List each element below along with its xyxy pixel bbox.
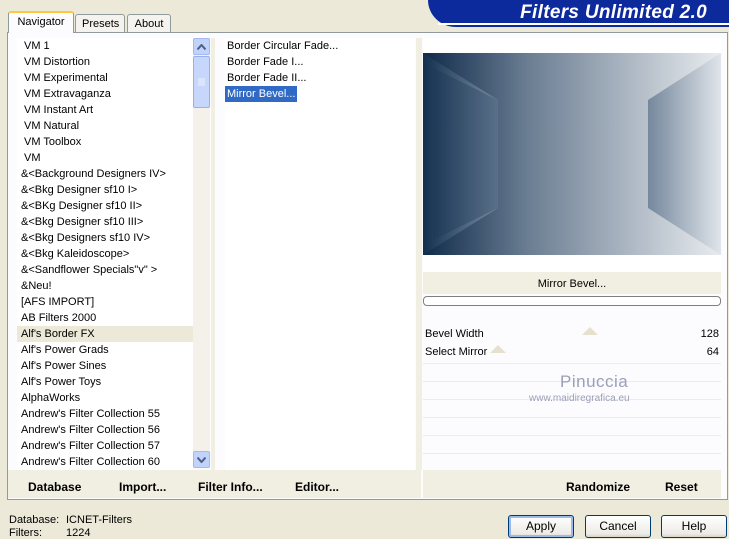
slider-bevel-width[interactable]: Bevel Width 128 [423,327,721,344]
slider-value: 64 [706,346,719,358]
status-database: Database: ICNET-Filters [9,514,132,526]
preview-top-margin [423,38,721,53]
category-item[interactable]: &<Bkg Designer sf10 III> [17,214,193,230]
category-item[interactable]: Alf's Power Toys [17,374,193,390]
panel-divider [416,38,422,470]
list-divider [211,38,215,470]
status-database-label: Database: [9,514,60,526]
tab-about[interactable]: About [127,14,171,32]
category-item[interactable]: &<Bkg Designers sf10 IV> [17,230,193,246]
category-item[interactable]: VM 1 [17,38,193,54]
empty-slider-row [423,435,721,453]
slider-select-mirror[interactable]: Select Mirror 64 [423,345,721,362]
category-scrollbar[interactable] [193,38,210,468]
filter-preview [423,53,721,255]
import-button[interactable]: Import... [119,480,166,494]
category-item[interactable]: &<Sandflower Specials"v" > [17,262,193,278]
preview-bottom-margin [423,255,721,272]
category-item[interactable]: Alf's Power Grads [17,342,193,358]
category-item[interactable]: &<Bkg Kaleidoscope> [17,246,193,262]
tab-navigator[interactable]: Navigator [8,11,74,33]
empty-slider-row [423,417,721,435]
watermark-url: www.maidiregrafica.eu [529,393,630,404]
filter-name-display: Mirror Bevel... [423,272,721,294]
tab-presets[interactable]: Presets [75,14,125,32]
category-item[interactable]: VM Natural [17,118,193,134]
slider-value: 128 [700,328,719,340]
watermark-name: Pinuccia [560,372,629,391]
category-item[interactable]: &<BKg Designer sf10 II> [17,198,193,214]
category-item[interactable]: &Neu! [17,278,193,294]
reset-button[interactable]: Reset [665,480,698,494]
category-item[interactable]: VM Distortion [17,54,193,70]
editor-button[interactable]: Editor... [295,480,339,494]
category-item[interactable]: &<Background Designers IV> [17,166,193,182]
status-database-value: ICNET-Filters [66,514,132,526]
apply-button[interactable]: Apply [508,515,574,538]
category-item[interactable]: VM Instant Art [17,102,193,118]
category-item[interactable]: Alf's Border FX [17,326,193,342]
cancel-button[interactable]: Cancel [585,515,651,538]
slider-label: Bevel Width [425,328,484,340]
category-item[interactable]: VM [17,150,193,166]
scroll-up-button[interactable] [193,38,210,55]
progress-bar [423,296,721,306]
scroll-down-button[interactable] [193,451,210,468]
category-item[interactable]: VM Toolbox [17,134,193,150]
filter-item[interactable]: Border Fade II... [225,70,308,86]
database-button[interactable]: Database [28,480,81,494]
category-item[interactable]: VM Experimental [17,70,193,86]
category-item[interactable]: [AFS IMPORT] [17,294,193,310]
category-item[interactable]: Andrew's Filter Collection 57 [17,438,193,454]
category-item[interactable]: AB Filters 2000 [17,310,193,326]
chevron-up-icon [197,43,206,50]
category-item[interactable]: Andrew's Filter Collection 56 [17,422,193,438]
category-list[interactable]: VM 1 VM Distortion VM Experimental VM Extra… [17,38,193,470]
category-item[interactable]: Andrew's Filter Collection 60 [17,454,193,470]
slider-thumb[interactable] [581,327,598,335]
category-item[interactable]: AlphaWorks [17,390,193,406]
status-filters-label: Filters: [9,527,42,539]
filter-list[interactable]: Border Circular Fade... Border Fade I... B… [225,38,415,470]
scroll-thumb[interactable] [193,56,210,108]
filter-item[interactable]: Border Fade I... [225,54,305,70]
filter-info-button[interactable]: Filter Info... [198,480,263,494]
chevron-down-icon [197,456,206,463]
help-button[interactable]: Help [661,515,727,538]
status-filters-value: 1224 [66,527,91,539]
category-item[interactable]: VM Extravaganza [17,86,193,102]
randomize-button[interactable]: Randomize [566,480,630,494]
grip-icon [198,78,205,86]
category-item[interactable]: Andrew's Filter Collection 55 [17,406,193,422]
slider-label: Select Mirror [425,346,488,358]
banner-underline [438,23,729,25]
slider-thumb[interactable] [490,345,506,353]
category-item[interactable]: Alf's Power Sines [17,358,193,374]
filter-item[interactable]: Border Circular Fade... [225,38,340,54]
category-item[interactable]: &<Bkg Designer sf10 I> [17,182,193,198]
filter-item[interactable]: Mirror Bevel... [225,86,298,102]
status-filters: Filters: 1224 [9,527,90,539]
empty-slider-row [423,453,721,471]
